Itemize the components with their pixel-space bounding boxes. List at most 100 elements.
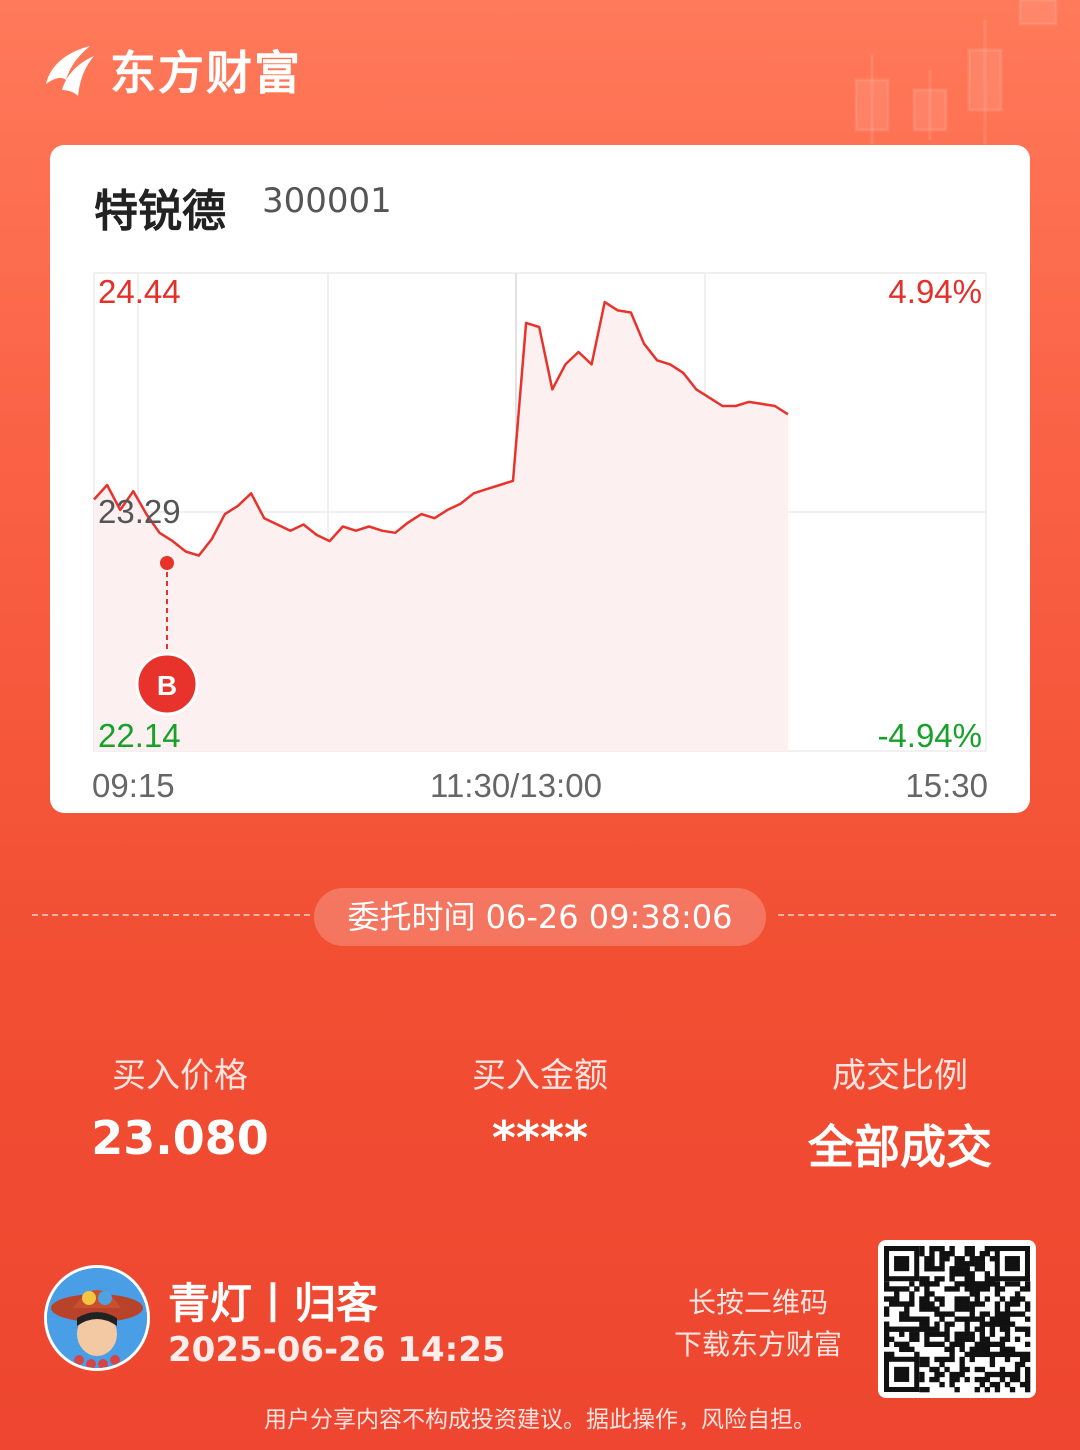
qr-module: [924, 1256, 930, 1262]
qr-module: [919, 1326, 925, 1332]
qr-module: [989, 1256, 996, 1262]
qr-module: [939, 1246, 945, 1252]
qr-module: [899, 1286, 905, 1292]
stock-chart-card[interactable]: 特锐德 300001 B 24.44 23.29 22.14 4.94% -4.…: [50, 145, 1030, 813]
qr-module: [924, 1341, 930, 1347]
qr-module: [984, 1286, 991, 1292]
qr-module: [979, 1281, 985, 1287]
qr-module: [959, 1356, 965, 1363]
qr-module: [1024, 1366, 1031, 1373]
stat-label: 买入价格: [112, 1056, 248, 1096]
qr-module: [954, 1316, 960, 1322]
qr-module: [979, 1376, 985, 1383]
qr-module: [959, 1266, 965, 1272]
qr-module: [979, 1341, 985, 1347]
qr-module: [994, 1306, 1001, 1312]
qr-module: [954, 1261, 960, 1267]
qr-module: [964, 1336, 970, 1342]
price-mid-label: 23.29: [98, 493, 181, 530]
qr-module: [919, 1356, 925, 1363]
qr-module: [969, 1286, 975, 1292]
qr-module: [994, 1301, 1001, 1307]
qr-module: [959, 1346, 965, 1353]
qr-module: [1004, 1371, 1011, 1378]
user-name: 青灯丨归客: [168, 1279, 379, 1328]
qr-module: [989, 1316, 996, 1322]
qr-module: [964, 1331, 970, 1337]
qr-module: [964, 1271, 970, 1277]
qr-module: [949, 1376, 955, 1383]
qr-module: [979, 1381, 985, 1388]
qr-module: [1004, 1381, 1011, 1388]
qr-module: [964, 1366, 970, 1373]
qr-code[interactable]: [878, 1240, 1036, 1398]
qr-module: [1024, 1356, 1031, 1363]
qr-module: [904, 1286, 910, 1292]
qr-module: [939, 1341, 945, 1347]
qr-module: [904, 1311, 910, 1317]
qr-module: [1024, 1381, 1031, 1388]
qr-finder: [894, 1256, 910, 1272]
qr-module: [924, 1316, 930, 1322]
qr-module: [964, 1301, 970, 1307]
qr-module: [989, 1351, 996, 1358]
qr-module: [949, 1271, 955, 1277]
qr-module: [1024, 1331, 1031, 1337]
qr-module: [914, 1336, 920, 1342]
qr-module: [974, 1346, 980, 1353]
qr-module: [949, 1356, 955, 1363]
qr-module: [944, 1251, 950, 1257]
qr-module: [964, 1351, 970, 1358]
qr-module: [984, 1311, 991, 1317]
qr-module: [954, 1286, 960, 1292]
qr-module: [894, 1291, 900, 1297]
brand-logo: 东方财富: [40, 40, 302, 100]
qr-module: [954, 1271, 960, 1277]
qr-module: [964, 1281, 970, 1287]
qr-module: [919, 1301, 925, 1307]
qr-module: [959, 1281, 965, 1287]
qr-module: [934, 1266, 940, 1272]
qr-module: [974, 1261, 980, 1267]
time-end-label: 15:30: [905, 767, 988, 804]
qr-module: [984, 1341, 991, 1347]
qr-module: [954, 1331, 960, 1337]
qr-module: [989, 1321, 996, 1327]
qr-module: [964, 1246, 970, 1252]
qr-module: [1004, 1356, 1011, 1363]
qr-module: [1004, 1336, 1011, 1342]
qr-module: [954, 1341, 960, 1347]
qr-module: [944, 1256, 950, 1262]
qr-module: [999, 1366, 1006, 1373]
share-time: 2025-06-26 14:25: [168, 1330, 506, 1370]
qr-module: [969, 1281, 975, 1287]
stat-buy-price: 买入价格 23.080: [30, 1048, 330, 1165]
qr-module: [1014, 1326, 1021, 1332]
qr-module: [979, 1286, 985, 1292]
time-start-label: 09:15: [92, 767, 175, 804]
qr-module: [904, 1316, 910, 1322]
qr-module: [974, 1341, 980, 1347]
qr-module: [919, 1316, 925, 1322]
qr-module: [1019, 1381, 1026, 1388]
divider-right: [778, 914, 1056, 916]
qr-module: [999, 1286, 1006, 1292]
qr-module: [924, 1301, 930, 1307]
qr-module: [969, 1306, 975, 1312]
qr-module: [929, 1266, 935, 1272]
qr-module: [959, 1301, 965, 1307]
qr-module: [1014, 1371, 1021, 1378]
qr-module: [909, 1296, 915, 1302]
avatar[interactable]: [44, 1265, 150, 1371]
qr-module: [929, 1281, 935, 1287]
qr-module: [969, 1301, 975, 1307]
qr-module: [994, 1311, 1001, 1317]
qr-module: [934, 1281, 940, 1287]
qr-module: [929, 1326, 935, 1332]
qr-module: [969, 1276, 975, 1282]
qr-module: [969, 1246, 975, 1252]
qr-module: [1009, 1301, 1016, 1307]
price-high-label: 24.44: [98, 273, 181, 310]
qr-module: [999, 1376, 1006, 1383]
qr-module: [994, 1381, 1001, 1388]
